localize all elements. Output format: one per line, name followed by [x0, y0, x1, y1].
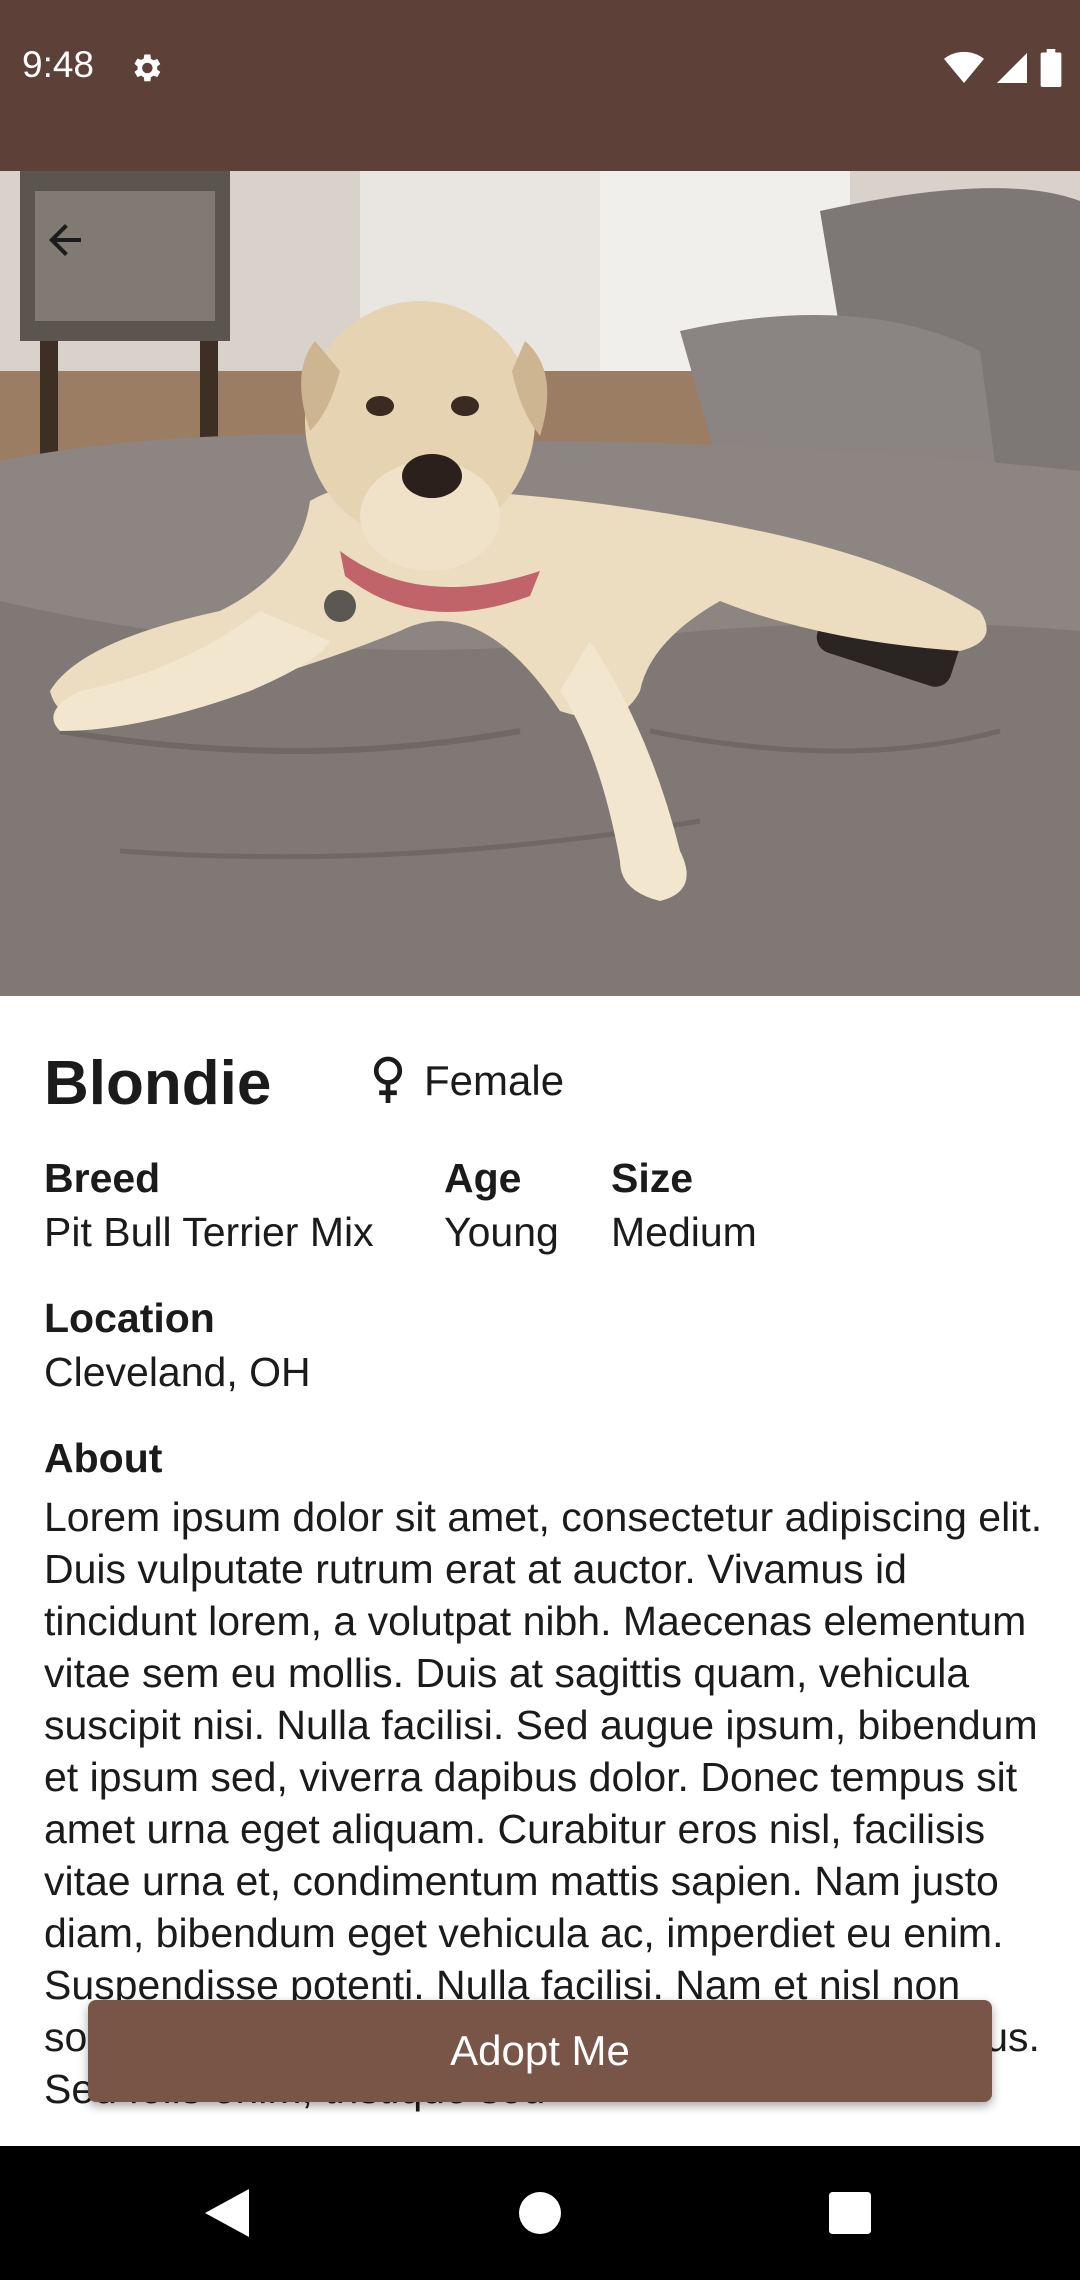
adopt-me-button[interactable]: Adopt Me [88, 2000, 992, 2102]
recents-square-icon [829, 2192, 871, 2234]
pet-name: Blondie [44, 1049, 272, 1118]
back-triangle-icon [205, 2189, 249, 2237]
nav-home-button[interactable] [508, 2181, 572, 2245]
age-block: Age Young [444, 1154, 559, 1263]
breed-block: Breed Pit Bull Terrier Mix [44, 1154, 374, 1263]
female-icon [373, 1056, 403, 1104]
size-label: Size [611, 1155, 694, 1201]
nav-recents-button[interactable] [818, 2181, 882, 2245]
gender-label: Female [424, 1057, 565, 1104]
gear-icon [134, 54, 161, 82]
wifi-icon [944, 51, 984, 83]
battery-icon [1040, 49, 1062, 87]
location-block: Location Cleveland, OH [44, 1294, 311, 1403]
size-block: Size Medium [611, 1154, 757, 1263]
status-bar: 9:48 [0, 0, 1080, 171]
gender-info: Female [370, 1056, 564, 1106]
status-time: 9:48 [22, 44, 95, 85]
nav-back-button[interactable] [195, 2181, 259, 2245]
about-label: About [44, 1435, 163, 1481]
navigation-bar [0, 2146, 1080, 2280]
back-button[interactable] [30, 205, 100, 275]
pet-details: Blondie Female Breed Pit Bull Terrier Mi… [0, 996, 1080, 2146]
location-value: Cleveland, OH [44, 1349, 311, 1396]
dog-photo [0, 171, 1080, 996]
about-block: About [44, 1434, 162, 1483]
age-value: Young [444, 1209, 559, 1256]
home-circle-icon [519, 2192, 561, 2234]
signal-icon [997, 53, 1027, 83]
size-value: Medium [611, 1209, 757, 1256]
age-label: Age [444, 1155, 522, 1201]
breed-label: Breed [44, 1155, 161, 1201]
dog-photo-illustration [0, 171, 1080, 996]
location-label: Location [44, 1295, 215, 1341]
status-icons [944, 48, 1062, 88]
arrow-back-icon [49, 224, 81, 256]
breed-value: Pit Bull Terrier Mix [44, 1209, 374, 1256]
